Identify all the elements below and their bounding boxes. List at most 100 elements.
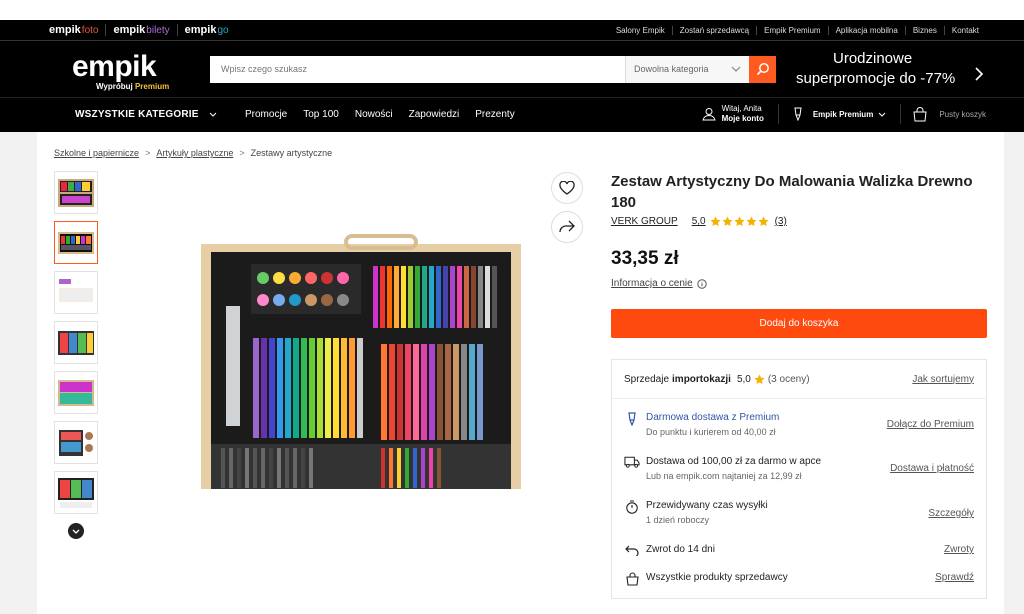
link-aplikacja[interactable]: Aplikacja mobilna [827,25,905,35]
search-button[interactable] [749,55,776,83]
thumbnails-scroll-down-button[interactable] [68,523,84,539]
brand-empik-bilety[interactable]: empik bilety [106,24,178,36]
offer-row-returns: Zwrot do 14 dni Zwroty [612,544,986,556]
cart-icon [913,106,927,121]
thumbnail-image [58,331,94,355]
thumbnail-image [58,380,94,406]
rating-value[interactable]: 5,0 [692,216,706,227]
thumbnail-list [54,171,98,521]
thumbnail[interactable] [54,421,98,464]
promo-line2: superpromocje do -77% [796,70,956,87]
breadcrumb-current: Zestawy artystyczne [250,148,333,158]
cart-link[interactable]: Pusty koszyk [900,104,986,124]
join-premium-link[interactable]: Dołącz do Premium [887,419,974,430]
link-zostan-sprzedawca[interactable]: Zostań sprzedawcą [671,25,756,35]
returns-link[interactable]: Zwroty [944,544,974,555]
empik-logo[interactable]: empik Wypróbuj Premium [72,49,182,91]
link-empik-premium[interactable]: Empik Premium [756,25,827,35]
promo-line1: Urodzinowe [833,50,913,67]
premium-menu[interactable]: Empik Premium [777,104,900,124]
link-biznes[interactable]: Biznes [904,25,944,35]
all-categories-button[interactable]: WSZYSTKIE KATEGORIE [75,109,245,120]
product-meta: VERK GROUP 5,0 (3) [611,216,787,227]
user-nav: Witaj, Anita Moje konto Empik Premium Pu… [701,96,986,132]
rating-stars [710,216,769,227]
seller-rating: 5,0 [736,373,751,385]
all-categories-label: WSZYSTKIE KATEGORIE [75,109,199,120]
chevron-down-icon [72,529,80,534]
info-icon [697,278,707,289]
thumbnail[interactable] [54,471,98,514]
thumbnail-image [58,179,94,207]
logo-tag-prefix: Wypróbuj [96,81,135,91]
shipping-details-link[interactable]: Szczegóły [928,508,974,519]
offer-row-title: Dostawa od 100,00 zł za darmo w apce [646,456,822,467]
nav-top100[interactable]: Top 100 [303,109,339,120]
nav-links: Promocje Top 100 Nowości Zapowiedzi Prez… [245,109,531,120]
cart-label: Pusty koszyk [939,109,986,119]
thumbnail[interactable] [54,321,98,364]
nav-prezenty[interactable]: Prezenty [475,109,514,120]
seller-brand-link[interactable]: VERK GROUP [611,216,678,227]
seller-name[interactable]: importokazji [672,374,731,385]
offer-row-seller-products: Wszystkie produkty sprzedawcy Sprawdź [612,572,986,586]
account-link[interactable]: Witaj, Anita Moje konto [701,104,764,124]
thumbnail-image [59,279,93,302]
add-to-cart-button[interactable]: Dodaj do koszyka [611,309,987,338]
thumbnail[interactable] [54,371,98,414]
delivery-payment-link[interactable]: Dostawa i płatność [890,463,974,474]
breadcrumb-separator: > [145,148,151,158]
header-main-row: empik Wypróbuj Premium Dowolna kategoria… [0,41,1024,97]
breadcrumb-item[interactable]: Szkolne i papiernicze [54,148,139,158]
nav-zapowiedzi[interactable]: Zapowiedzi [409,109,460,120]
product-title: Zestaw Artystyczny Do Malowania Walizka … [611,173,973,211]
thumbnail-image [58,478,94,508]
brand-name: empik [184,24,217,36]
offer-row-delivery: Dostawa od 100,00 zł za darmo w apce Lub… [612,456,986,481]
offer-row-title: Przewidywany czas wysyłki [646,500,768,511]
thumbnail-image [59,430,93,456]
offer-row-subtitle: Do punktu i kurierem od 40,00 zł [646,427,776,437]
sort-info-link[interactable]: Jak sortujemy [912,374,974,385]
star-icon [722,216,733,227]
user-icon [701,108,716,121]
promo-banner[interactable]: Urodzinowe superpromocje do -77% [796,49,976,89]
chevron-down-icon [209,112,216,117]
search-input[interactable] [210,55,625,83]
offer-row-subtitle: Lub na empik.com najtaniej za 12,99 zł [646,471,802,481]
price-info[interactable]: Informacja o cenie [611,278,707,289]
header-top-row: empik foto empik bilety empik go Salony … [0,20,1024,41]
nav-promocje[interactable]: Promocje [245,109,287,120]
offer-row-title: Zwrot do 14 dni [646,544,715,555]
brand-empik-foto[interactable]: empik foto [49,24,107,36]
share-button[interactable] [551,211,583,243]
left-gutter [0,132,37,614]
seller-products-link[interactable]: Sprawdź [935,572,974,583]
link-kontakt[interactable]: Kontakt [943,25,986,35]
chevron-right-icon[interactable] [975,67,984,81]
thumbnail-selected[interactable] [54,221,98,264]
truck-icon [624,456,640,468]
brand-name: empik [49,24,81,36]
rating-count[interactable]: (3) [775,216,787,227]
thumbnail[interactable] [54,171,98,214]
brand-suffix: foto [81,24,99,36]
star-icon [746,216,757,227]
offer-row-subtitle: 1 dzień roboczy [646,515,710,525]
category-select[interactable]: Dowolna kategoria [625,55,749,83]
logo-word: empik [72,49,157,83]
brand-suffix: bilety [146,24,170,36]
premium-icon [794,107,802,121]
account-greeting: Witaj, Anita [721,104,762,113]
brand-suffix: go [217,24,229,36]
add-to-favorites-button[interactable] [551,172,583,204]
chevron-down-icon [731,66,741,72]
product-main-image[interactable] [171,216,548,489]
nav-nowosci[interactable]: Nowości [355,109,393,120]
breadcrumb-item[interactable]: Artykuły plastyczne [156,148,233,158]
link-salony[interactable]: Salony Empik [609,26,672,35]
premium-icon [624,412,640,426]
offer-box: Sprzedaje importokazji 5,0 (3 oceny) Jak… [611,359,987,599]
thumbnail[interactable] [54,271,98,314]
brand-empik-go[interactable]: empik go [178,24,236,36]
